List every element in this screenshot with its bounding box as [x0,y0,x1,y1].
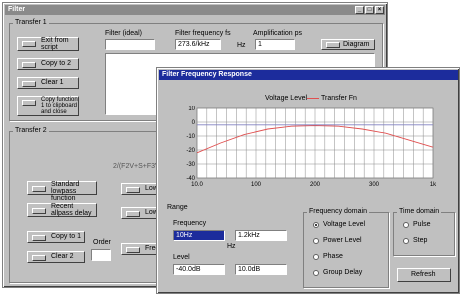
radio-voltage-level[interactable] [313,222,319,228]
legend-voltage-level: Voltage Level [265,95,307,102]
range-title: Range [167,204,188,211]
copy-to-1-label: Copy to 1 [51,233,81,240]
diagram-label: Diagram [343,41,370,48]
time-domain-title: Time domain [397,208,442,215]
close-icon[interactable]: × [375,6,384,14]
level-to-field[interactable]: 10.0dB [235,264,287,275]
maximize-icon[interactable]: □ [365,6,374,14]
refresh-label: Refresh [411,271,436,278]
y-tick-label: -10 [186,134,195,140]
exit-script-label: Exit from script [41,37,69,51]
radio-power-level[interactable] [313,238,319,244]
order-label: Order [93,239,111,246]
filter-frequency-unit: Hz [237,42,246,49]
y-tick-label: -20 [186,148,195,154]
frequency-domain-title: Frequency domain [307,208,369,215]
y-tick-label: 10 [188,106,195,112]
legend-transfer-fn: Transfer Fn [321,95,357,102]
frequency-response-window: Filter Frequency Response Voltage Level … [156,67,460,294]
x-tick-label: 10.0 [191,182,203,188]
x-tick-label: 300 [369,182,380,188]
radio-group-delay-label: Group Delay [323,269,363,276]
amplification-label: Amplification ps [253,30,303,37]
frequency-label: Frequency [173,220,207,227]
filter-ideal-field[interactable] [105,39,155,50]
amplification-field[interactable]: 1 [255,39,295,50]
radio-pulse-label: Pulse [413,221,431,228]
response-chart: 100-10-20-30-40 10.0 100 200 300 1k [186,106,437,188]
radio-phase[interactable] [313,254,319,260]
copy-function-label: Copy function 1 to clipboard and close [41,97,78,115]
hz-unit-label: Hz [227,243,236,250]
y-tick-label: 0 [192,120,196,126]
transfer2-title: Transfer 2 [13,127,49,134]
filter-frequency-field[interactable]: 273.6/kHz [175,39,221,50]
time-domain-group [393,212,455,256]
radio-power-level-label: Power Level [323,237,362,244]
allpass-label: Recent allpass delay [51,203,92,217]
y-tick-label: -30 [186,162,195,168]
minimize-icon[interactable]: _ [355,6,364,14]
frequency-to-field[interactable]: 1.2kHz [235,230,287,241]
frequency-response-title: Filter Frequency Response [162,71,252,78]
frequency-from-field[interactable]: 10Hz [173,230,225,241]
radio-group-delay[interactable] [313,270,319,276]
x-tick-label: 100 [251,182,262,188]
legend-voltage-text: Voltage Level [265,95,308,102]
x-tick-label: 1k [430,182,437,188]
x-tick-label: 200 [310,182,321,188]
level-label: Level [173,254,190,261]
filter-title: Filter [8,6,26,13]
clear-2-label: Clear 2 [51,253,74,260]
radio-voltage-level-label: Voltage Level [323,221,366,228]
filter-titlebar: Filter _ □ × [5,5,385,15]
transfer1-title: Transfer 1 [13,19,49,26]
filter-frequency-label: Filter frequency fs [175,30,231,37]
radio-step-label: Step [413,237,428,244]
clear-1-label: Clear 1 [41,79,64,86]
radio-step[interactable] [403,238,409,244]
radio-pulse[interactable] [403,222,409,228]
standard-lowpass-label: Standard lowpass function [51,181,80,202]
level-from-field[interactable]: -40.0dB [173,264,225,275]
copy-to-2-label: Copy to 2 [41,60,71,67]
frequency-response-titlebar: Filter Frequency Response [159,70,458,80]
radio-phase-label: Phase [323,253,343,260]
order-field[interactable] [91,249,111,261]
legend-transfer-line [307,98,319,99]
filter-ideal-label: Filter (ideal) [105,30,142,37]
